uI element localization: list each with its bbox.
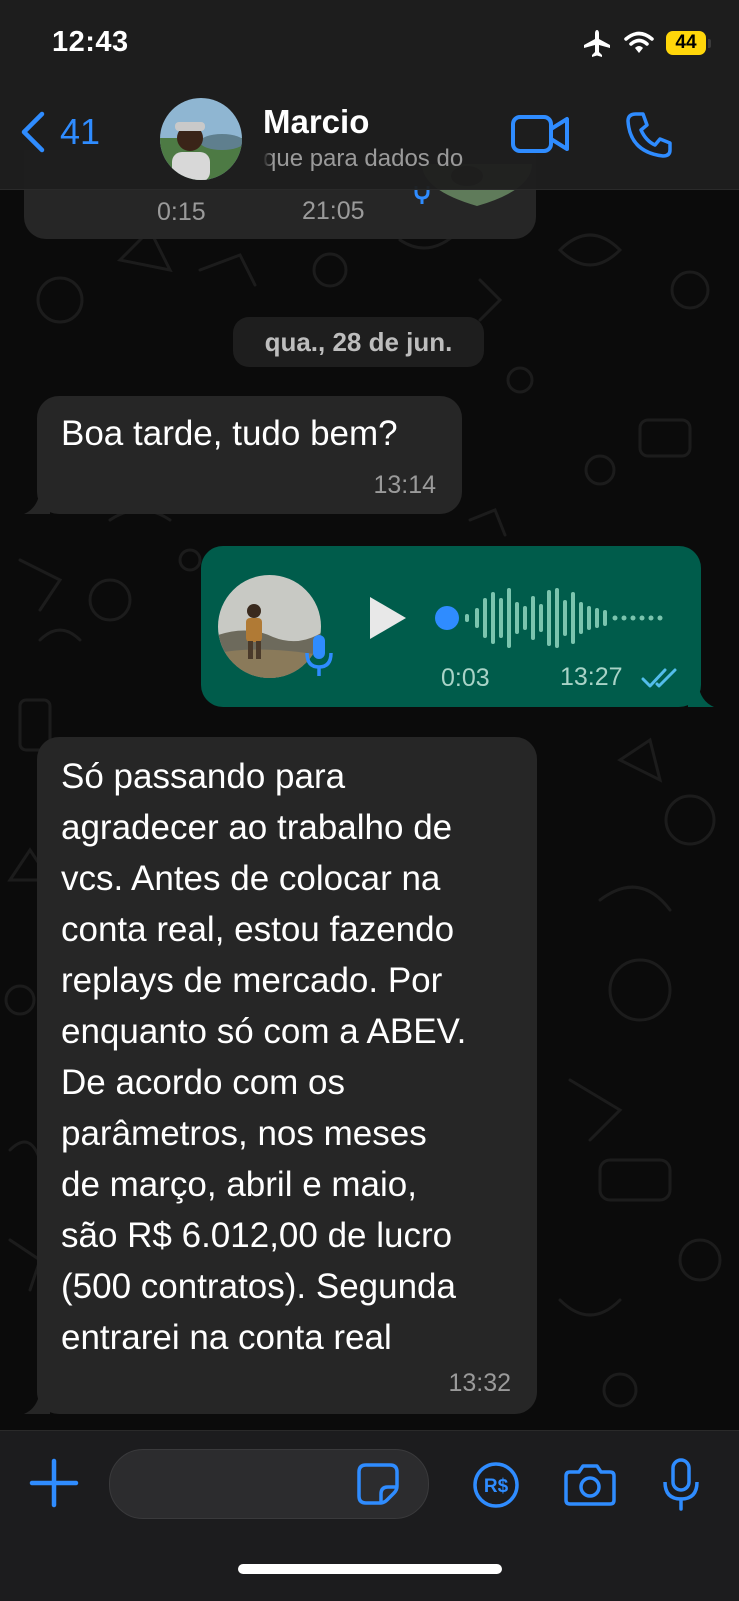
svg-text:R$: R$ xyxy=(484,1476,509,1497)
play-icon[interactable] xyxy=(364,593,410,643)
video-camera-icon xyxy=(511,115,569,153)
voice-call-button[interactable] xyxy=(624,110,674,165)
status-bar: 12:43 44 xyxy=(0,0,739,90)
battery-icon: 44 xyxy=(666,31,711,55)
status-icons: 44 xyxy=(582,28,711,58)
read-receipt-icon xyxy=(641,668,677,688)
camera-icon xyxy=(564,1464,616,1506)
contact-avatar[interactable] xyxy=(160,98,242,180)
voice-duration: 0:03 xyxy=(441,664,490,692)
pix-icon: R$ xyxy=(473,1462,519,1508)
status-time: 12:43 xyxy=(52,26,129,58)
bubble-tail xyxy=(24,1390,50,1414)
unread-count: 41 xyxy=(60,111,101,152)
video-call-button[interactable] xyxy=(510,112,572,161)
voice-record-button[interactable] xyxy=(661,1457,701,1518)
bubble-tail xyxy=(688,683,714,707)
waveform[interactable] xyxy=(435,586,675,650)
microphone-icon xyxy=(663,1458,699,1511)
microphone-icon xyxy=(305,635,333,676)
back-button[interactable]: 41 xyxy=(18,110,100,154)
plus-icon xyxy=(29,1458,79,1508)
bubble-tail xyxy=(24,490,50,514)
message-time: 13:32 xyxy=(448,1369,511,1397)
home-indicator[interactable] xyxy=(238,1564,502,1574)
battery-level: 44 xyxy=(675,32,697,53)
message-time: 21:05 xyxy=(302,197,365,225)
airplane-icon xyxy=(584,30,610,57)
voice-duration: 0:15 xyxy=(157,198,206,226)
avatar-image xyxy=(160,98,242,180)
contact-name[interactable]: Marcio xyxy=(263,103,369,141)
message-time: 13:27 xyxy=(560,663,623,691)
phone-icon xyxy=(626,112,672,158)
camera-button[interactable] xyxy=(564,1462,616,1511)
message-text: Boa tarde, tudo bem? xyxy=(61,414,398,453)
message-text: Só passando para agradecer ao trabalho d… xyxy=(61,757,467,1357)
composer-bar: R$ xyxy=(0,1430,739,1601)
sticker-icon xyxy=(357,1463,399,1505)
payment-button[interactable]: R$ xyxy=(472,1461,520,1514)
contact-status: que para dados do xyxy=(263,145,464,172)
outgoing-voice-message[interactable]: 0:03 13:27 xyxy=(201,546,714,707)
incoming-message[interactable]: Só passando para agradecer ao trabalho d… xyxy=(24,737,537,1414)
message-time: 13:14 xyxy=(373,471,436,499)
chevron-left-icon xyxy=(21,111,45,153)
sticker-button[interactable] xyxy=(356,1462,400,1511)
incoming-message[interactable]: Boa tarde, tudo bem? 13:14 xyxy=(24,396,462,514)
date-separator: qua., 28 de jun. xyxy=(233,317,484,367)
attach-button[interactable] xyxy=(28,1457,80,1514)
wifi-icon xyxy=(624,31,654,53)
